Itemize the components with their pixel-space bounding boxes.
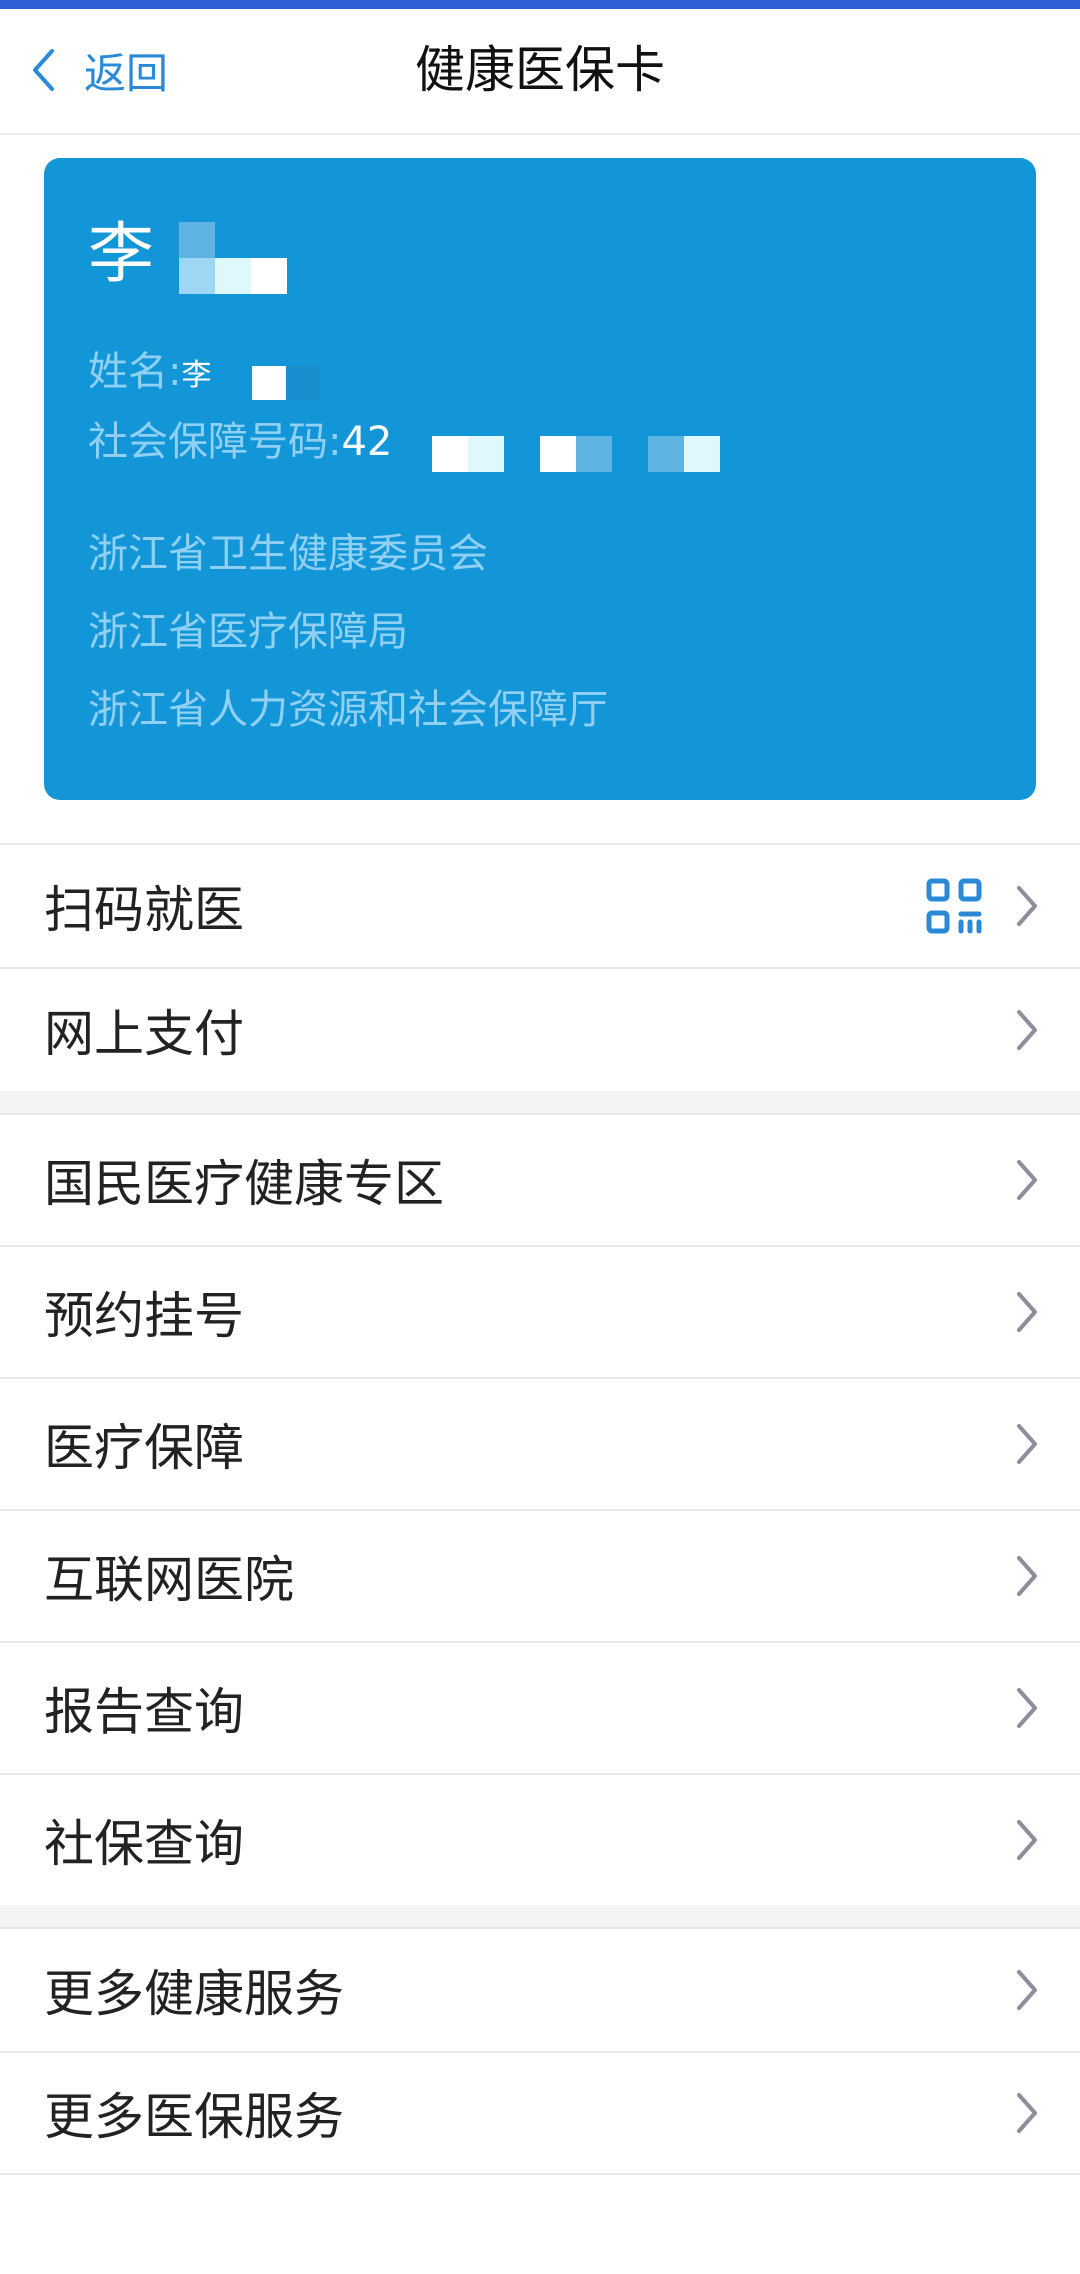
menu-item-label: 互联网医院: [44, 1551, 294, 1609]
menu-item-online-payment[interactable]: 网上支付: [0, 967, 1080, 1091]
card-ssn-row: 社会保障号码:42: [88, 416, 392, 468]
medical-insurance-card: 李 姓名:李 社会保障号码:42 浙江省卫生健康委员会 浙江省医疗保障局 浙江省…: [44, 158, 1036, 800]
redaction-mosaic: [540, 436, 576, 472]
status-accent-bar: [0, 0, 1080, 9]
menu-item-label: 预约挂号: [44, 1287, 244, 1345]
menu-item-social-security-query[interactable]: 社保查询: [0, 1773, 1080, 1905]
issuer-label: 浙江省人力资源和社会保障厅: [88, 687, 608, 733]
menu-item-label: 网上支付: [44, 1005, 244, 1063]
menu-item-label: 更多医保服务: [44, 2088, 344, 2146]
section-divider: [0, 1905, 1080, 1927]
menu-item-more-insurance-services[interactable]: 更多医保服务: [0, 2051, 1080, 2175]
chevron-right-icon: [1014, 1818, 1040, 1866]
menu-item-label: 国民医疗健康专区: [44, 1155, 444, 1213]
issuer-label: 浙江省医疗保障局: [88, 609, 408, 655]
menu-item-scan-to-see-doctor[interactable]: 扫码就医: [0, 843, 1080, 967]
redaction-mosaic: [252, 366, 286, 400]
menu-item-label: 医疗保障: [44, 1419, 244, 1477]
redaction-mosaic: [215, 258, 251, 294]
menu-item-more-health-services[interactable]: 更多健康服务: [0, 1927, 1080, 2051]
qr-code-icon[interactable]: [926, 878, 982, 938]
chevron-right-icon: [1014, 884, 1040, 932]
redaction-mosaic: [468, 436, 504, 472]
menu-item-national-health-zone[interactable]: 国民医疗健康专区: [0, 1113, 1080, 1245]
redaction-mosaic: [179, 258, 215, 294]
menu-item-appointment[interactable]: 预约挂号: [0, 1245, 1080, 1377]
name-label: 姓名:: [88, 349, 182, 395]
navigation-bar: 返回 健康医保卡: [0, 9, 1080, 135]
page-title: 健康医保卡: [415, 41, 665, 99]
card-name-row: 姓名:李: [88, 346, 211, 402]
ssn-value: 42: [341, 419, 393, 465]
section-divider: [0, 1091, 1080, 1113]
chevron-right-icon: [1014, 1968, 1040, 2016]
menu-item-label: 扫码就医: [44, 881, 244, 939]
card-holder-name: 李: [88, 215, 154, 292]
redaction-mosaic: [179, 222, 215, 258]
chevron-right-icon: [1014, 1554, 1040, 1602]
menu-item-report-query[interactable]: 报告查询: [0, 1641, 1080, 1773]
menu-item-label: 报告查询: [44, 1683, 244, 1741]
redaction-mosaic: [432, 436, 468, 472]
redaction-mosaic: [286, 366, 320, 400]
ssn-label: 社会保障号码:: [88, 419, 342, 465]
card-holder-row: 李: [88, 214, 154, 314]
redaction-mosaic: [576, 436, 612, 472]
redaction-mosaic: [648, 436, 684, 472]
menu-item-label: 社保查询: [44, 1815, 244, 1873]
menu-item-medical-security[interactable]: 医疗保障: [0, 1377, 1080, 1509]
redaction-mosaic: [251, 258, 287, 294]
menu-item-label: 更多健康服务: [44, 1965, 344, 2023]
chevron-right-icon: [1014, 2091, 1040, 2139]
issuer-label: 浙江省卫生健康委员会: [88, 531, 488, 577]
chevron-right-icon: [1014, 1686, 1040, 1734]
chevron-right-icon: [1014, 1422, 1040, 1470]
name-value: 李: [181, 358, 212, 393]
chevron-right-icon: [1014, 1008, 1040, 1056]
chevron-right-icon: [1014, 1158, 1040, 1206]
chevron-right-icon: [1014, 1290, 1040, 1338]
menu-item-internet-hospital[interactable]: 互联网医院: [0, 1509, 1080, 1641]
redaction-mosaic: [684, 436, 720, 472]
